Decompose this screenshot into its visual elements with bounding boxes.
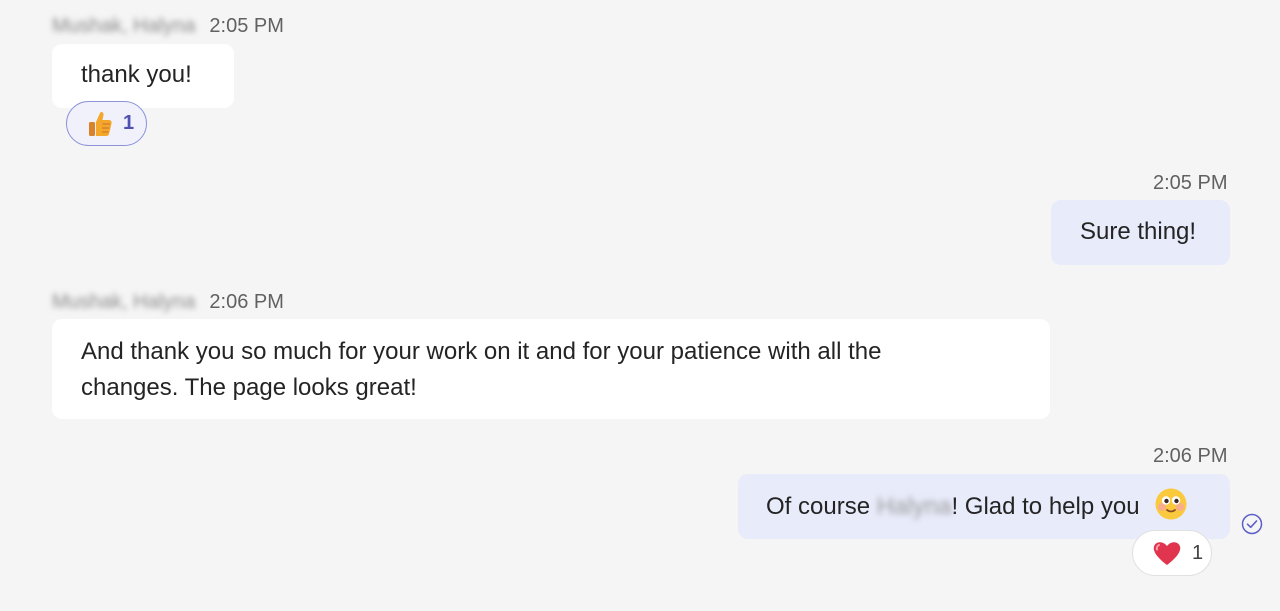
message-text: Of course [766,493,877,520]
message-header: 2:05 PM [1153,171,1227,195]
read-receipt-icon [1241,513,1263,535]
reaction-count: 1 [1192,541,1204,564]
message-bubble[interactable]: Sure thing! [1051,200,1230,265]
message-text: Sure thing! [1080,218,1197,245]
message-bubble[interactable]: And thank you so much for your work on i… [52,319,1050,419]
message-timestamp: 2:05 PM [1153,172,1228,194]
message-bubble[interactable]: thank you! [52,44,234,108]
mention-name[interactable]: Halyna [877,489,952,525]
sender-name[interactable]: Mushak, Halyna [52,290,195,314]
message-header: Mushak, Halyna 2:06 PM [52,290,284,314]
message-text: thank you! [81,61,192,88]
message-text-line: And thank you so much for your work on i… [81,338,882,365]
message-timestamp: 2:06 PM [209,291,284,313]
message-header: 2:06 PM [1153,444,1227,468]
reaction-badge[interactable]: 1 [1132,530,1212,576]
message-timestamp: 2:05 PM [209,15,284,37]
reaction-count: 1 [123,112,135,134]
reaction-badge[interactable]: 1 [66,101,147,146]
thumbs-up-icon [89,111,112,136]
message-header: Mushak, Halyna 2:05 PM [52,14,284,38]
message-timestamp: 2:06 PM [1153,445,1228,467]
heart-icon [1153,542,1181,565]
message-text-line: changes. The page looks great! [81,374,417,401]
smiling-face-icon [1155,488,1187,520]
sender-name[interactable]: Mushak, Halyna [52,14,195,38]
message-text: ! Glad to help you [951,493,1140,520]
